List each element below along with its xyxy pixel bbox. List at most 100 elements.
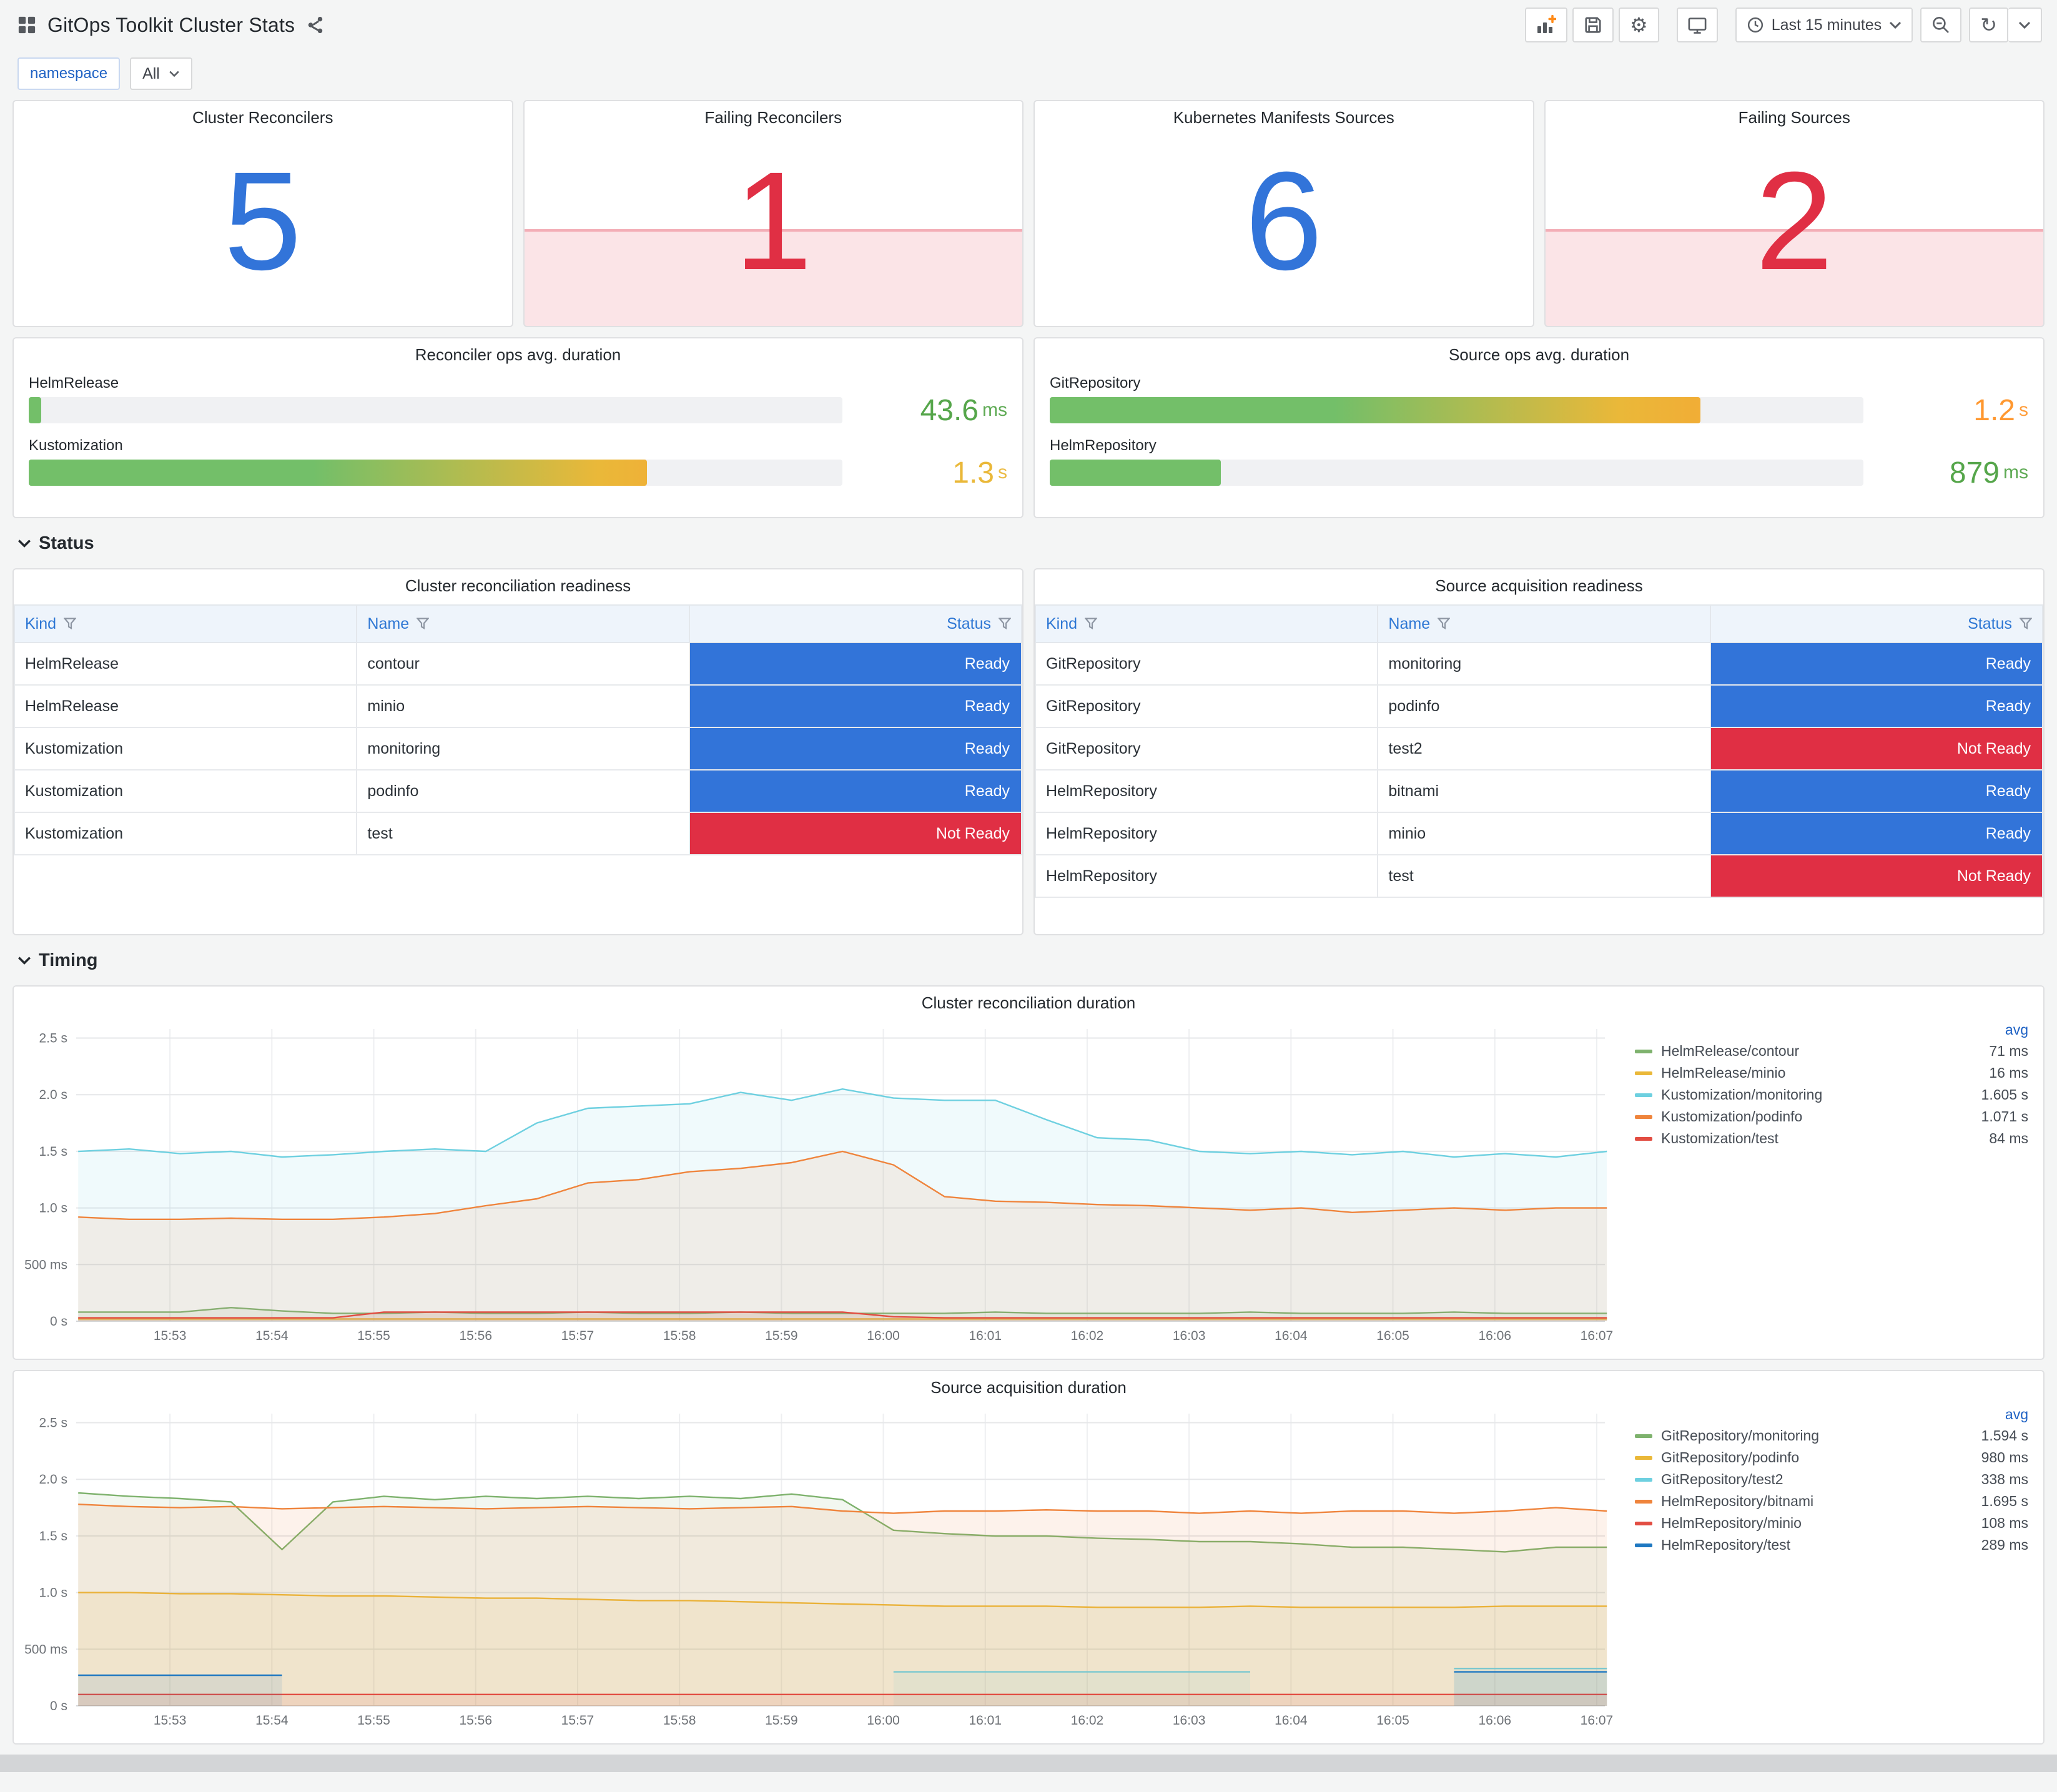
status-cell: Ready	[1709, 812, 2044, 855]
time-series-plot[interactable]: 15:53 15:54 15:55 15:56 15:57 15:58 15:59 16:00…	[19, 1019, 1615, 1346]
legend-avg-value: 338 ms	[1981, 1471, 2028, 1487]
series-color-swatch[interactable]	[1635, 1543, 1652, 1547]
gauge-value-unit: ms	[2003, 462, 2028, 483]
gauges-row: Reconciler ops avg. duration HelmRelease…	[12, 337, 2045, 518]
dashboard-header: GitOps Toolkit Cluster Stats ⚙ Last 15 m…	[0, 0, 2057, 50]
gauge-value-unit: ms	[982, 400, 1007, 420]
column-header-kind[interactable]: Kind	[13, 604, 358, 643]
legend-series-name[interactable]: GitRepository/monitoring	[1661, 1427, 1819, 1444]
svg-text:15:59: 15:59	[765, 1713, 798, 1728]
filter-icon[interactable]	[2020, 618, 2032, 630]
status-cell: Not Ready	[1709, 727, 2044, 770]
legend-series-name[interactable]: GitRepository/podinfo	[1661, 1449, 1799, 1466]
legend-avg-value: 16 ms	[1989, 1065, 2028, 1081]
svg-text:16:04: 16:04	[1275, 1329, 1308, 1343]
panel-title[interactable]: Cluster Reconcilers	[14, 101, 512, 134]
panel-title[interactable]: Failing Sources	[1546, 101, 2044, 134]
panel-title[interactable]: Cluster reconciliation duration	[14, 987, 2043, 1019]
series-color-swatch[interactable]	[1635, 1477, 1652, 1482]
filter-icon[interactable]	[1438, 618, 1451, 630]
series-color-swatch[interactable]	[1635, 1093, 1652, 1097]
variable-namespace-label[interactable]: namespace	[17, 57, 121, 90]
svg-text:15:53: 15:53	[154, 1329, 187, 1343]
series-color-swatch[interactable]	[1635, 1136, 1652, 1141]
series-color-swatch[interactable]	[1635, 1115, 1652, 1119]
chart-legend: avg HelmRelease/contour 71 ms HelmRelease/m…	[1615, 1019, 2033, 1346]
name-cell: contour	[356, 642, 690, 686]
svg-text:16:04: 16:04	[1275, 1713, 1308, 1728]
name-cell: bitnami	[1377, 769, 1711, 813]
panel-title[interactable]: Cluster reconciliation readiness	[14, 569, 1022, 602]
panel-title[interactable]: Failing Reconcilers	[525, 101, 1023, 134]
series-color-swatch[interactable]	[1635, 1499, 1652, 1504]
legend-series-name[interactable]: HelmRelease/minio	[1661, 1065, 1785, 1081]
column-header-name[interactable]: Name	[1377, 604, 1711, 643]
column-header-status[interactable]: Status	[1709, 604, 2044, 643]
column-header-status[interactable]: Status	[688, 604, 1023, 643]
time-series-canvas: 15:53 15:54 15:55 15:56 15:57 15:58 15:59 16:00…	[24, 1029, 1613, 1343]
legend-series-name[interactable]: GitRepository/test2	[1661, 1471, 1783, 1488]
share-icon[interactable]	[306, 16, 325, 34]
legend-item: Kustomization/podinfo 1.071 s	[1635, 1106, 2028, 1128]
kind-cell: HelmRelease	[13, 684, 358, 728]
cycle-view-button[interactable]	[1676, 7, 1718, 42]
time-range-picker[interactable]: Last 15 minutes	[1735, 7, 1913, 42]
name-cell: podinfo	[356, 769, 690, 813]
legend-series-name[interactable]: HelmRepository/minio	[1661, 1515, 1802, 1532]
filter-icon[interactable]	[64, 618, 77, 630]
add-panel-button[interactable]	[1525, 7, 1567, 42]
filter-icon[interactable]	[1085, 618, 1098, 630]
svg-text:1.0 s: 1.0 s	[39, 1586, 67, 1600]
svg-text:15:56: 15:56	[459, 1713, 492, 1728]
panel-title[interactable]: Reconciler ops avg. duration	[14, 338, 1022, 371]
legend-series-name[interactable]: HelmRepository/test	[1661, 1537, 1790, 1553]
dashboard-grid: Cluster Reconcilers 5 Failing Reconciler…	[0, 100, 2057, 1755]
legend-item: HelmRelease/minio 16 ms	[1635, 1062, 2028, 1084]
section-header-status[interactable]: Status	[12, 528, 2045, 558]
refresh-interval-dropdown[interactable]	[2008, 7, 2042, 42]
variable-namespace-select[interactable]: All	[130, 57, 192, 90]
settings-button[interactable]: ⚙	[1619, 7, 1659, 42]
series-color-swatch[interactable]	[1635, 1071, 1652, 1075]
zoom-out-button[interactable]	[1920, 7, 1962, 42]
section-label: Status	[39, 533, 94, 553]
gauge-label: HelmRelease	[29, 375, 119, 391]
column-header-kind[interactable]: Kind	[1034, 604, 1379, 643]
stat-panel-failing-sources: Failing Sources 2	[1544, 100, 2045, 327]
panel-title[interactable]: Kubernetes Manifests Sources	[1035, 101, 1533, 134]
legend-avg-header[interactable]: avg	[1635, 1019, 2028, 1040]
series-color-swatch[interactable]	[1635, 1455, 1652, 1460]
filter-icon[interactable]	[999, 618, 1011, 630]
legend-avg-header[interactable]: avg	[1635, 1404, 2028, 1425]
legend-item: GitRepository/podinfo 980 ms	[1635, 1447, 2028, 1469]
readiness-table: Kind Name Status HelmRelease contour Ready…	[13, 604, 1023, 855]
apps-grid-icon[interactable]	[17, 16, 36, 34]
series-color-swatch[interactable]	[1635, 1049, 1652, 1053]
legend-series-name[interactable]: Kustomization/test	[1661, 1130, 1778, 1147]
table-header-row: Kind Name Status	[13, 604, 1023, 643]
svg-text:16:02: 16:02	[1071, 1713, 1104, 1728]
save-dashboard-button[interactable]	[1572, 7, 1614, 42]
legend-avg-value: 1.071 s	[1981, 1108, 2028, 1125]
svg-text:16:00: 16:00	[867, 1329, 900, 1343]
legend-item: HelmRepository/test 289 ms	[1635, 1534, 2028, 1556]
legend-series-name[interactable]: Kustomization/monitoring	[1661, 1086, 1822, 1103]
status-cell: Ready	[688, 727, 1023, 770]
gauge-label: GitRepository	[1050, 375, 1141, 391]
name-cell: test	[1377, 854, 1711, 898]
kind-cell: GitRepository	[1034, 684, 1379, 728]
time-series-plot[interactable]: 15:53 15:54 15:55 15:56 15:57 15:58 15:59 16:00…	[19, 1404, 1615, 1731]
series-color-swatch[interactable]	[1635, 1521, 1652, 1525]
panel-title[interactable]: Source acquisition readiness	[1035, 569, 2043, 602]
filter-icon[interactable]	[417, 618, 430, 630]
column-label: Status	[1968, 614, 2012, 633]
legend-series-name[interactable]: HelmRelease/contour	[1661, 1043, 1799, 1060]
panel-title[interactable]: Source acquisition duration	[14, 1371, 2043, 1404]
legend-series-name[interactable]: Kustomization/podinfo	[1661, 1108, 1802, 1125]
series-color-swatch[interactable]	[1635, 1434, 1652, 1438]
legend-series-name[interactable]: HelmRepository/bitnami	[1661, 1493, 1813, 1510]
refresh-button[interactable]: ↻	[1969, 7, 2008, 42]
section-header-timing[interactable]: Timing	[12, 945, 2045, 975]
column-header-name[interactable]: Name	[356, 604, 690, 643]
panel-title[interactable]: Source ops avg. duration	[1035, 338, 2043, 371]
